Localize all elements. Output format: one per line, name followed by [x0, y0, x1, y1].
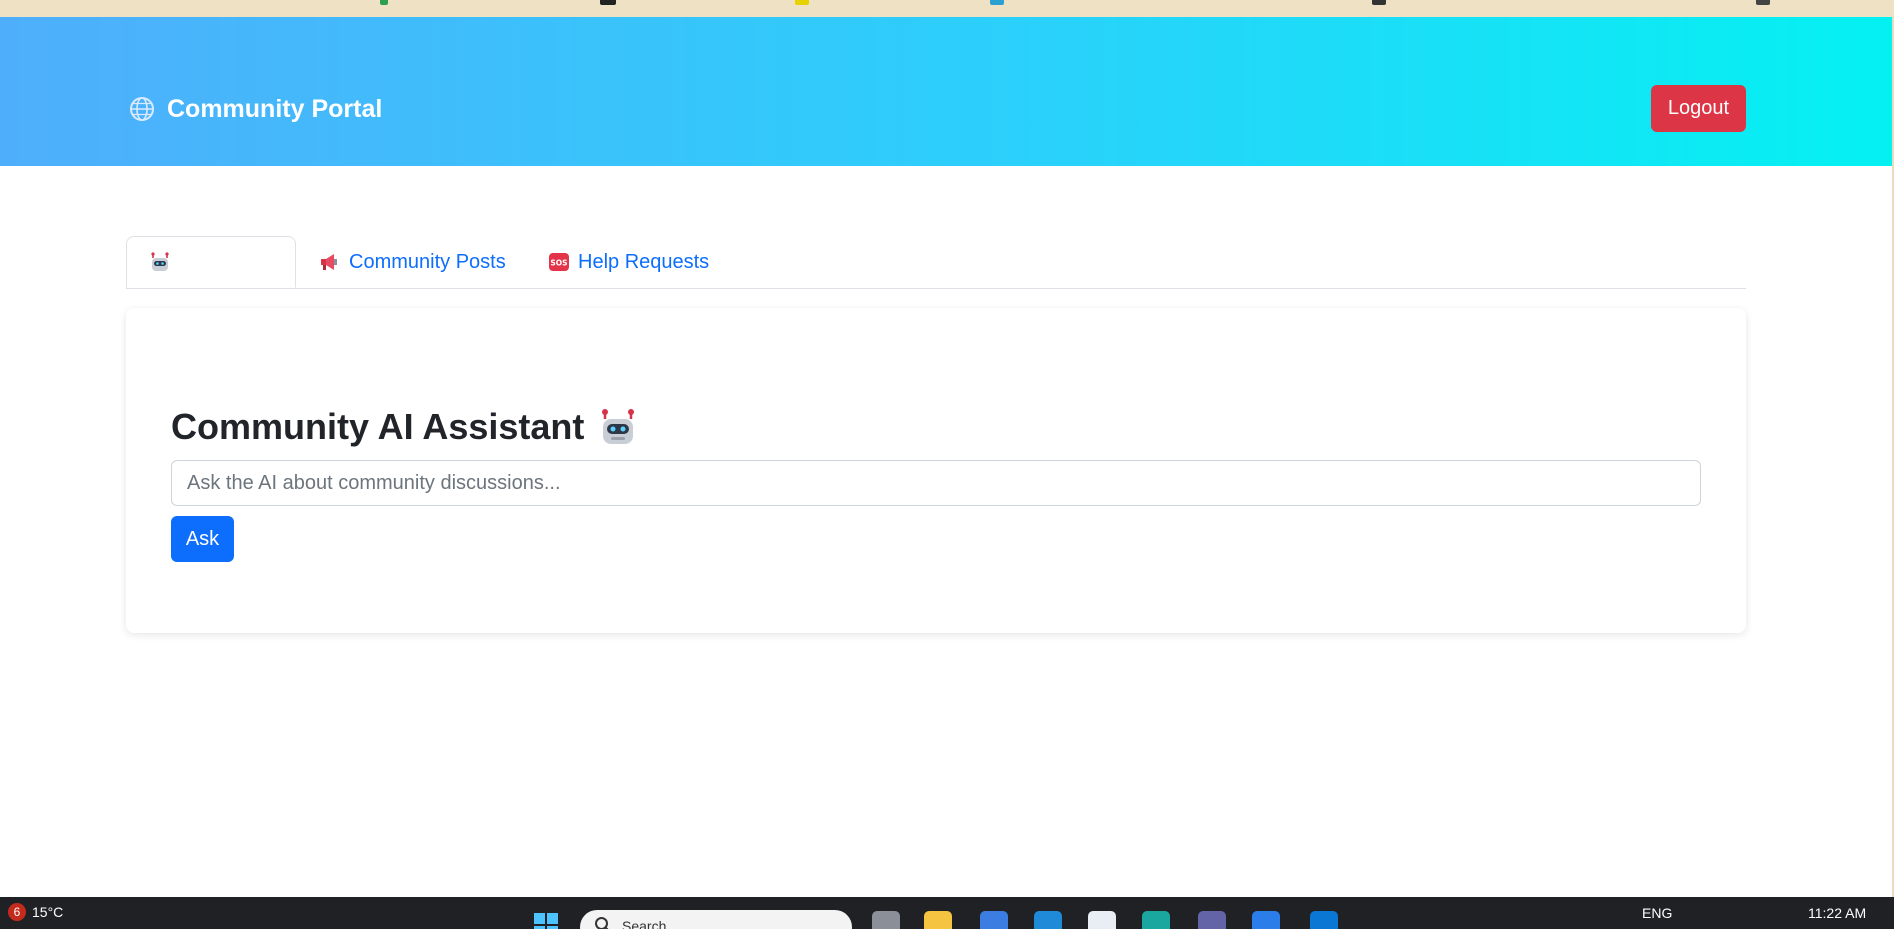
windows-start-icon[interactable] [532, 911, 560, 929]
bookmark-icon[interactable] [600, 0, 616, 5]
tab-ai-assistant[interactable] [126, 236, 296, 288]
weather-widget[interactable]: 6 15°C [8, 903, 63, 921]
browser-bookmarks-bar [0, 0, 1894, 18]
search-placeholder: Search [622, 918, 667, 929]
robot-icon [151, 252, 169, 271]
robot-icon [602, 409, 635, 444]
page-title: Community AI Assistant [171, 406, 638, 448]
bookmark-icon[interactable] [990, 0, 1004, 5]
edge-icon[interactable] [1142, 911, 1170, 929]
brand-title: Community Portal [167, 94, 383, 123]
tab-bar: Community Posts SOS Help Requests [126, 236, 1746, 289]
bookmark-icon[interactable] [1756, 0, 1770, 5]
temperature: 15°C [32, 904, 64, 920]
ask-button[interactable]: Ask [171, 516, 234, 562]
search-icon [595, 917, 609, 929]
megaphone-icon [321, 254, 337, 270]
folder-icon[interactable] [924, 911, 952, 929]
language-indicator[interactable]: ENG [1642, 905, 1672, 921]
page-title-text: Community AI Assistant [171, 406, 585, 447]
clock[interactable]: 11:22 AM [1808, 905, 1866, 921]
navbar: Community Portal Logout [0, 17, 1892, 166]
teams-icon[interactable] [1198, 911, 1226, 929]
windows-taskbar: 6 15°C Search ENG 11:22 AM [0, 897, 1894, 929]
svg-text:SOS: SOS [550, 259, 567, 268]
sos-icon: SOS [549, 253, 569, 271]
bookmark-icon[interactable] [1372, 0, 1386, 5]
bookmark-icon[interactable] [795, 0, 809, 5]
ai-question-input[interactable] [171, 460, 1701, 506]
brand[interactable]: Community Portal [129, 78, 382, 140]
tab-label: Community Posts [349, 250, 506, 273]
notification-badge: 6 [8, 903, 26, 921]
tab-community-posts[interactable]: Community Posts [319, 236, 506, 288]
chrome-icon[interactable] [1252, 911, 1280, 929]
tab-help-requests[interactable]: SOS Help Requests [548, 236, 709, 288]
taskbar-search[interactable]: Search [580, 910, 852, 929]
store-icon[interactable] [1088, 911, 1116, 929]
logout-button[interactable]: Logout [1651, 85, 1746, 132]
assistant-card: Community AI Assistant Ask [126, 308, 1746, 633]
globe-icon [130, 97, 154, 121]
app-icon[interactable] [1034, 911, 1062, 929]
file-icon[interactable] [872, 911, 900, 929]
vscode-icon[interactable] [1310, 911, 1338, 929]
copilot-icon[interactable] [980, 911, 1008, 929]
tab-label: Help Requests [578, 250, 710, 273]
bookmark-icon[interactable] [380, 0, 388, 5]
